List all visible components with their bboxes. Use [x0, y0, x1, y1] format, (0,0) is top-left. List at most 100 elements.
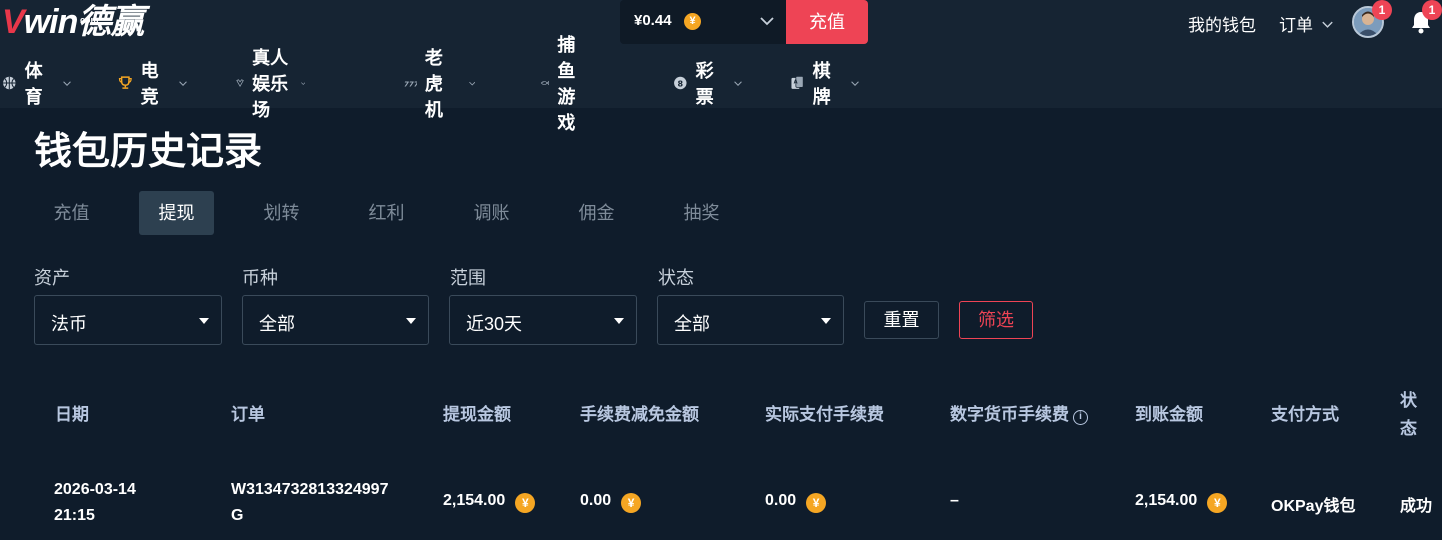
balance-amount: ¥0.44 — [634, 12, 672, 29]
row-date: 2026-03-14 — [54, 481, 136, 498]
col-crypto-fee: 数字货币手续费 i — [950, 400, 1088, 425]
chevron-down-icon — [1322, 21, 1333, 28]
amount-value: 0.00 — [580, 492, 612, 509]
col-fee-paid: 实际支付手续费 — [765, 405, 884, 424]
range-select[interactable]: 近30天 — [449, 295, 637, 345]
col-date: 日期 — [55, 405, 89, 424]
col-received: 到账金额 — [1135, 405, 1203, 424]
col-payment: 支付方式 — [1271, 405, 1339, 424]
col-status-1: 状 — [1400, 391, 1417, 410]
tab-commission[interactable]: 佣金 — [559, 191, 634, 235]
tab-bonus[interactable]: 红利 — [349, 191, 424, 235]
logo-v: V — [2, 3, 25, 41]
page-title: 钱包历史记录 — [34, 131, 263, 173]
caret-down-icon — [406, 318, 416, 324]
row-status: 成功 — [1400, 498, 1433, 515]
range-value: 近30天 — [466, 314, 523, 334]
filter-button[interactable]: 筛选 — [959, 301, 1033, 339]
nav-item-live-casino[interactable]: 真人娱乐场 — [236, 48, 305, 120]
svg-text:A: A — [794, 80, 798, 86]
nav-item-fishing[interactable]: 捕鱼游戏 — [540, 35, 588, 133]
yuan-coin-icon: ¥ — [1207, 493, 1228, 513]
row-received: 2,154.00 ¥ — [1135, 492, 1228, 513]
row-fee-paid: 0.00 ¥ — [765, 492, 827, 513]
yuan-coin-icon: ¥ — [515, 493, 536, 513]
row-crypto-fee: – — [950, 492, 959, 509]
yuan-coin-icon: ¥ — [684, 13, 701, 30]
row-time: 21:15 — [54, 507, 95, 524]
tab-deposit[interactable]: 充值 — [34, 191, 109, 235]
svg-text:8: 8 — [678, 79, 684, 88]
row-order-id: W3134732813324997 — [231, 481, 389, 498]
lottery-ball-icon: 8 — [674, 76, 687, 90]
row-payment-method: OKPay钱包 — [1271, 498, 1356, 515]
svg-text:777: 777 — [404, 80, 417, 89]
orders-menu[interactable]: 订单 — [1279, 11, 1333, 36]
brand-logo[interactable]: Vwin德赢 com — [2, 2, 144, 42]
nav-item-esports[interactable]: 电竞 — [118, 61, 187, 107]
asset-label: 资产 — [34, 268, 70, 288]
chevron-down-icon — [468, 81, 475, 85]
chevron-down-icon — [734, 80, 742, 86]
caret-down-icon — [199, 318, 209, 324]
nav-label: 真人娱乐场 — [252, 48, 289, 120]
currency-select[interactable]: 全部 — [242, 295, 429, 345]
nav-label: 棋牌 — [812, 61, 831, 107]
notification-badge: 1 — [1422, 0, 1442, 20]
casino-chip-icon — [236, 79, 244, 87]
slot-777-icon: 777 — [404, 80, 417, 89]
range-label: 范围 — [450, 268, 486, 288]
nav-item-lottery[interactable]: 8 彩票 — [673, 61, 742, 107]
balance-dropdown[interactable]: ¥0.44 ¥ — [620, 0, 786, 44]
nav-item-slots[interactable]: 777 老虎机 — [404, 48, 475, 120]
avatar-badge: 1 — [1372, 0, 1392, 20]
chevron-down-icon — [179, 80, 187, 86]
tab-lucky-draw[interactable]: 抽奖 — [664, 191, 739, 235]
row-fee-waived: 0.00 ¥ — [580, 492, 642, 513]
nav-label: 老虎机 — [424, 48, 443, 120]
chevron-down-icon — [63, 80, 71, 86]
trophy-icon — [118, 76, 132, 89]
nav-label: 捕鱼游戏 — [557, 35, 576, 133]
yuan-coin-icon: ¥ — [806, 493, 827, 513]
amount-value: 2,154.00 — [443, 492, 506, 509]
status-select[interactable]: 全部 — [657, 295, 844, 345]
playing-card-icon: A — [791, 76, 804, 89]
deposit-button[interactable]: 充值 — [786, 0, 868, 44]
nav-label: 体育 — [24, 61, 43, 107]
logo-com: com — [80, 15, 99, 25]
caret-down-icon — [821, 318, 831, 324]
logo-win: win — [23, 3, 79, 41]
currency-label: 币种 — [242, 268, 278, 288]
basketball-icon — [3, 76, 16, 90]
col-order: 订单 — [231, 405, 265, 424]
caret-down-icon — [614, 318, 624, 324]
info-icon[interactable]: i — [1073, 410, 1088, 425]
col-crypto-fee-label: 数字货币手续费 — [950, 405, 1069, 424]
col-fee-waived: 手续费减免金额 — [580, 405, 699, 424]
chevron-down-icon — [300, 81, 305, 85]
currency-value: 全部 — [259, 314, 295, 334]
amount-value: 0.00 — [765, 492, 797, 509]
col-withdraw-amount: 提现金额 — [443, 405, 511, 424]
amount-value: 2,154.00 — [1135, 492, 1198, 509]
yuan-coin-icon: ¥ — [621, 493, 642, 513]
nav-item-sports[interactable]: 体育 — [2, 61, 71, 107]
reset-button[interactable]: 重置 — [864, 301, 939, 339]
asset-select[interactable]: 法币 — [34, 295, 222, 345]
row-withdraw-amount: 2,154.00 ¥ — [443, 492, 536, 513]
chevron-down-icon — [851, 80, 859, 86]
top-header: Vwin德赢 com ¥0.44 ¥ 充值 我的钱包 订单 1 1 体育 电竞 … — [0, 0, 1442, 133]
my-wallet-link[interactable]: 我的钱包 — [1188, 11, 1256, 36]
chevron-down-icon — [760, 17, 774, 26]
orders-label: 订单 — [1279, 16, 1313, 35]
tab-adjustment[interactable]: 调账 — [454, 191, 529, 235]
status-label: 状态 — [658, 268, 694, 288]
tab-transfer[interactable]: 划转 — [244, 191, 319, 235]
fish-icon — [540, 80, 550, 86]
tab-withdraw[interactable]: 提现 — [139, 191, 214, 235]
nav-label: 彩票 — [695, 61, 714, 107]
status-value: 全部 — [674, 314, 710, 334]
row-order-id-cont: G — [231, 507, 244, 524]
nav-item-chess-cards[interactable]: A 棋牌 — [790, 61, 859, 107]
